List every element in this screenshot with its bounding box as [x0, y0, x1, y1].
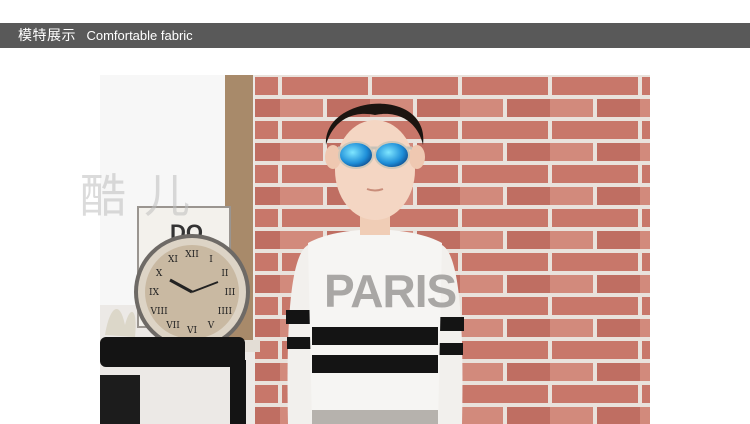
section-header-bar: 模特展示 Comfortable fabric: [0, 23, 750, 48]
model-photo-illustration: DO XIIIIIIIIIIIIVVIVIIVIIIIXXXI PARIS: [100, 75, 650, 424]
clock-numeral: IIII: [218, 307, 233, 317]
clock-numeral: VI: [186, 326, 197, 336]
clock-numeral: VII: [165, 321, 180, 331]
clock-numeral: VIII: [150, 307, 169, 317]
shirt-print: PARIS: [324, 265, 456, 317]
clock-numeral: XII: [185, 250, 199, 260]
clock-numeral: IX: [149, 288, 160, 298]
wall-clock: XIIIIIIIIIIIIVVIVIIVIIIIXXXI: [134, 234, 250, 350]
clock-numeral: I: [209, 255, 213, 265]
section-title-chinese: 模特展示: [18, 28, 76, 44]
clock-numeral: II: [221, 269, 229, 279]
clock-numeral: XI: [168, 255, 178, 265]
section-title-english: Comfortable fabric: [86, 28, 193, 43]
clock-numeral: X: [156, 269, 163, 279]
clock-numeral: V: [207, 321, 215, 331]
shirt-stripe: [312, 327, 438, 345]
shirt-stripe: [312, 355, 438, 373]
face: [335, 120, 415, 220]
clock-numeral: III: [225, 288, 236, 298]
model-photo: DO XII I II III IIII V VI VII VIII IX X XI: [100, 75, 650, 424]
section-title: 模特展示 Comfortable fabric: [18, 23, 193, 48]
